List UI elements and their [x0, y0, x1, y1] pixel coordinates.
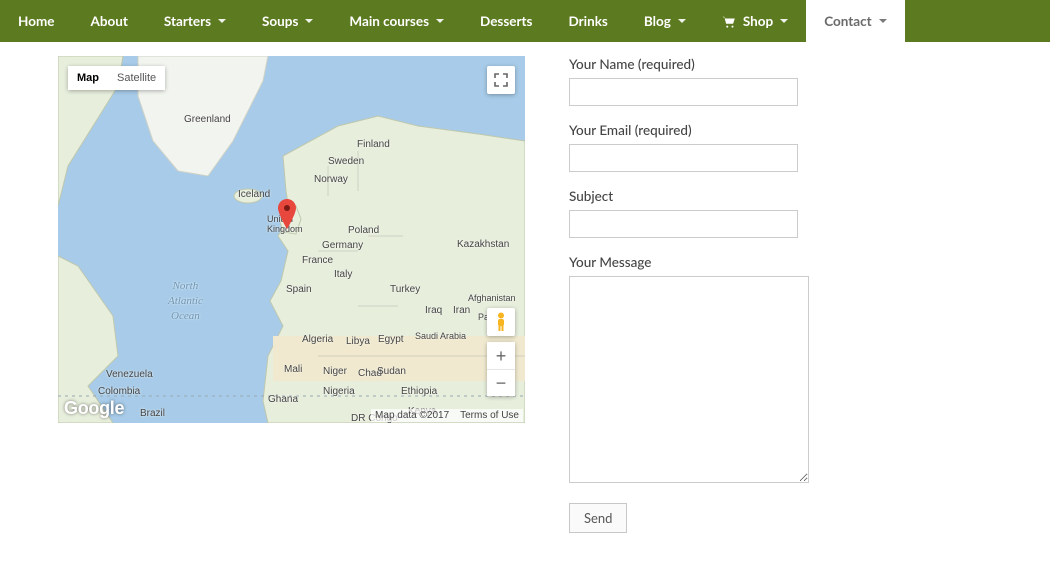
label-ocean: NorthAtlanticOcean — [168, 279, 203, 324]
label-mali: Mali — [284, 364, 302, 375]
contact-form: Your Name (required) Your Email (require… — [569, 56, 809, 533]
map-type-toggle: Map Satellite — [68, 66, 165, 90]
google-logo: Google — [64, 398, 124, 419]
name-label: Your Name (required) — [569, 56, 809, 72]
map-marker-icon[interactable] — [278, 199, 296, 229]
label-sweden: Sweden — [328, 156, 364, 167]
label-norway: Norway — [314, 174, 348, 185]
message-textarea[interactable] — [569, 276, 809, 483]
nav-label: Drinks — [568, 13, 607, 29]
name-input[interactable] — [569, 78, 798, 106]
chevron-down-icon — [780, 19, 788, 23]
nav-label: Shop — [743, 13, 773, 29]
label-colombia: Colombia — [98, 386, 140, 397]
chevron-down-icon — [678, 19, 686, 23]
nav-shop[interactable]: Shop — [704, 0, 806, 42]
nav-maincourses[interactable]: Main courses — [331, 0, 462, 42]
label-ethiopia: Ethiopia — [401, 386, 437, 397]
label-finland: Finland — [357, 139, 390, 150]
map-terms-link[interactable]: Terms of Use — [460, 410, 519, 421]
label-spain: Spain — [286, 284, 312, 295]
label-ghana: Ghana — [268, 394, 298, 405]
label-libya: Libya — [346, 336, 370, 347]
label-kazakhstan: Kazakhstan — [457, 239, 509, 250]
label-venezuela: Venezuela — [106, 369, 153, 380]
label-france: France — [302, 255, 333, 266]
chevron-down-icon — [436, 19, 444, 23]
cart-icon — [722, 15, 736, 27]
nav-label: Contact — [824, 13, 871, 29]
nav-label: Main courses — [349, 13, 429, 29]
nav-contact[interactable]: Contact — [806, 0, 904, 42]
page-content: Greenland Iceland Norway Sweden Finland … — [0, 42, 1050, 573]
message-label: Your Message — [569, 254, 809, 270]
label-greenland: Greenland — [184, 114, 231, 125]
chevron-down-icon — [305, 19, 313, 23]
zoom-out-button[interactable]: − — [487, 369, 515, 396]
subject-input[interactable] — [569, 210, 798, 238]
label-brazil: Brazil — [140, 408, 165, 419]
label-nigeria: Nigeria — [323, 386, 355, 397]
nav-label: Starters — [164, 13, 211, 29]
chevron-down-icon — [879, 19, 887, 23]
label-iran: Iran — [453, 305, 470, 316]
map[interactable]: Greenland Iceland Norway Sweden Finland … — [58, 56, 525, 423]
map-type-map-button[interactable]: Map — [68, 66, 108, 90]
map-attribution: Map data ©2017 Terms of Use — [371, 409, 523, 422]
main-nav: Home About Starters Soups Main courses D… — [0, 0, 1050, 42]
label-algeria: Algeria — [302, 334, 333, 345]
pegman-icon — [494, 312, 508, 332]
email-input[interactable] — [569, 144, 798, 172]
nav-label: Desserts — [480, 13, 532, 29]
map-type-satellite-button[interactable]: Satellite — [108, 66, 165, 90]
map-data-text: Map data ©2017 — [375, 410, 449, 421]
label-turkey: Turkey — [390, 284, 420, 295]
nav-drinks[interactable]: Drinks — [550, 0, 625, 42]
label-niger: Niger — [323, 366, 347, 377]
email-label: Your Email (required) — [569, 122, 809, 138]
nav-label: Soups — [262, 13, 298, 29]
label-iceland: Iceland — [238, 189, 270, 200]
nav-desserts[interactable]: Desserts — [462, 0, 550, 42]
fullscreen-icon — [494, 73, 508, 87]
nav-starters[interactable]: Starters — [146, 0, 244, 42]
label-saudi: Saudi Arabia — [415, 331, 466, 341]
label-sudan: Sudan — [377, 366, 406, 377]
chevron-down-icon — [218, 19, 226, 23]
fullscreen-button[interactable] — [487, 66, 515, 94]
label-italy: Italy — [334, 269, 352, 280]
label-afghanistan: Afghanistan — [468, 293, 516, 303]
label-poland: Poland — [348, 225, 379, 236]
label-iraq: Iraq — [425, 305, 442, 316]
label-egypt: Egypt — [378, 334, 404, 345]
nav-label: About — [90, 13, 127, 29]
subject-label: Subject — [569, 188, 809, 204]
zoom-in-button[interactable]: + — [487, 342, 515, 369]
streetview-pegman-button[interactable] — [487, 308, 515, 336]
nav-label: Blog — [644, 13, 671, 29]
nav-soups[interactable]: Soups — [244, 0, 331, 42]
nav-about[interactable]: About — [72, 0, 145, 42]
nav-home[interactable]: Home — [0, 0, 72, 42]
send-button[interactable]: Send — [569, 503, 627, 533]
nav-blog[interactable]: Blog — [626, 0, 704, 42]
map-labels: Greenland Iceland Norway Sweden Finland … — [58, 56, 525, 423]
nav-label: Home — [18, 13, 54, 29]
label-germany: Germany — [322, 240, 363, 251]
zoom-controls: + − — [487, 342, 515, 396]
